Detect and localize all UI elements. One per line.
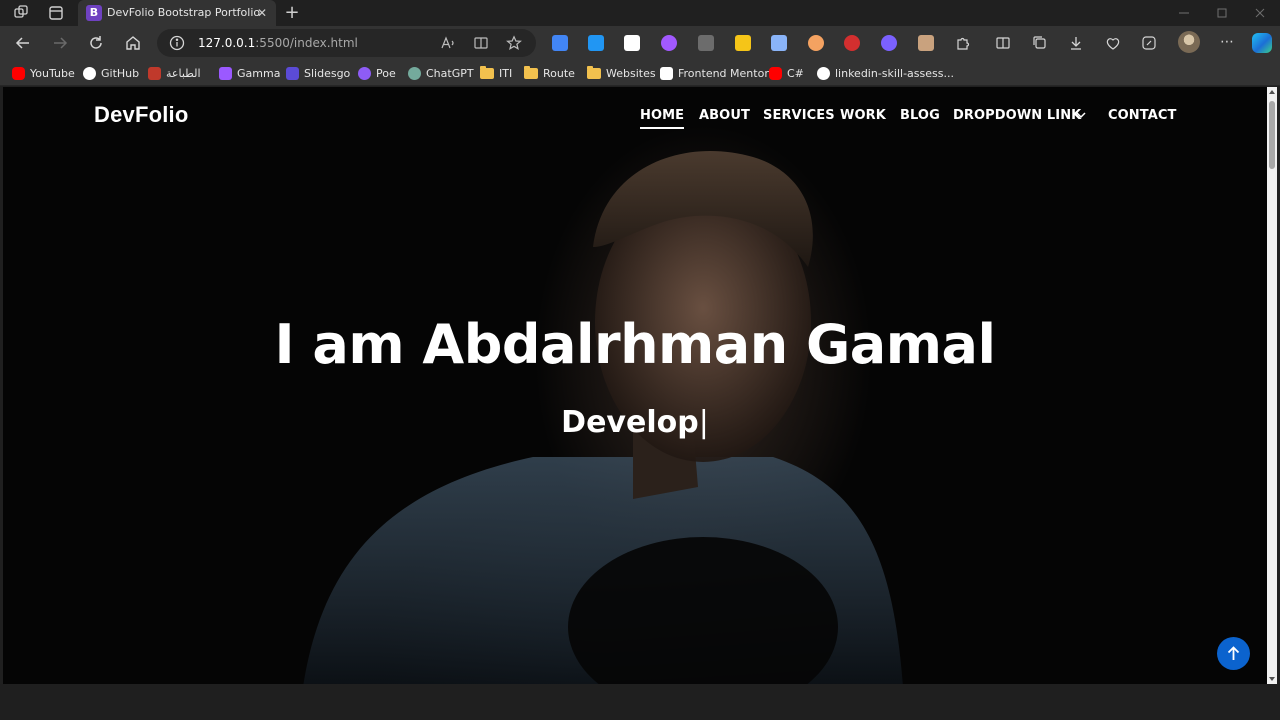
refresh-icon[interactable] xyxy=(87,34,105,52)
bookmark-slidesgo[interactable]: Slidesgo xyxy=(286,65,350,81)
nav-contact[interactable]: CONTACT xyxy=(1108,108,1177,123)
bookmark-print-site[interactable]: الطباعة xyxy=(148,65,201,81)
bookmark-folder-iti[interactable]: ITI xyxy=(480,65,512,81)
nav-work[interactable]: WORK xyxy=(840,108,886,123)
avatar-extension-icon[interactable] xyxy=(918,35,934,51)
restore-icon[interactable] xyxy=(1214,5,1230,21)
nav-home[interactable]: HOME xyxy=(640,108,685,129)
slidesgo-icon xyxy=(286,66,299,80)
extensions-puzzle-icon[interactable] xyxy=(955,35,971,51)
arrow-up-icon xyxy=(1227,646,1240,660)
home-icon[interactable] xyxy=(124,34,142,52)
window-bottom-edge xyxy=(0,684,1280,720)
print-site-icon xyxy=(148,66,161,80)
design-extension-icon[interactable] xyxy=(661,35,677,51)
youtube-icon xyxy=(769,66,782,80)
tab-actions-icon[interactable] xyxy=(47,4,65,22)
new-tab-icon[interactable]: + xyxy=(282,3,302,23)
scrollbar-thumb[interactable] xyxy=(1269,101,1275,169)
feedback-icon[interactable] xyxy=(1141,35,1157,51)
tab-devfolio[interactable]: B DevFolio Bootstrap Portfolio ✕ xyxy=(78,0,276,26)
bookmark-csharp[interactable]: C# xyxy=(769,65,804,81)
chevron-down-icon[interactable] xyxy=(1075,109,1087,121)
imdb-extension-icon[interactable] xyxy=(735,35,751,51)
bookmark-poe[interactable]: Poe xyxy=(358,65,396,81)
profile-avatar[interactable] xyxy=(1178,31,1200,53)
cookie-extension-icon[interactable] xyxy=(808,35,824,51)
browser-essentials-icon[interactable] xyxy=(1105,35,1121,51)
bookmark-chatgpt[interactable]: ChatGPT xyxy=(408,65,474,81)
nav-dropdown-link[interactable]: DROPDOWN LINK xyxy=(953,108,1081,123)
read-aloud-icon[interactable] xyxy=(440,35,456,51)
tab-strip: B DevFolio Bootstrap Portfolio ✕ + xyxy=(0,0,1280,26)
scroll-down-arrow-icon[interactable] xyxy=(1269,676,1275,682)
address-bar[interactable]: 127.0.0.1:5500/index.html xyxy=(157,29,536,57)
forward-icon[interactable] xyxy=(51,34,69,52)
github-icon xyxy=(817,66,830,80)
folder-icon xyxy=(524,65,538,79)
copilot-icon[interactable] xyxy=(1252,33,1272,53)
translate-extension-icon[interactable] xyxy=(552,35,568,51)
site-brand[interactable]: DevFolio xyxy=(94,102,189,128)
scroll-up-arrow-icon[interactable] xyxy=(1269,89,1275,95)
gamma-icon xyxy=(219,66,232,80)
more-menu-icon[interactable]: ⋯ xyxy=(1218,34,1236,50)
site-info-icon[interactable] xyxy=(169,35,185,51)
favorite-star-icon[interactable] xyxy=(506,35,522,51)
nav-about[interactable]: ABOUT xyxy=(699,108,750,123)
bookmark-github[interactable]: GitHub xyxy=(83,65,139,81)
page-viewport: DevFolio HOME ABOUT SERVICES WORK BLOG D… xyxy=(3,87,1277,684)
folder-icon xyxy=(480,65,494,79)
youtube-icon xyxy=(12,66,25,80)
bookmark-linkedin-skill[interactable]: linkedin-skill-assess... xyxy=(817,65,954,81)
immersive-reader-icon[interactable] xyxy=(473,35,489,51)
nav-blog[interactable]: BLOG xyxy=(900,108,940,123)
bookmark-folder-route[interactable]: Route xyxy=(524,65,575,81)
frontend-mentor-icon xyxy=(660,66,673,80)
collections-icon[interactable] xyxy=(1032,35,1048,51)
chatgpt-icon xyxy=(408,66,421,80)
adblock-extension-icon[interactable] xyxy=(844,35,860,51)
folder-icon xyxy=(587,65,601,79)
bookmark-youtube[interactable]: YouTube xyxy=(12,65,75,81)
ai-extension-icon[interactable] xyxy=(881,35,897,51)
close-tab-icon[interactable]: ✕ xyxy=(254,5,270,21)
notion-extension-icon[interactable] xyxy=(624,35,640,51)
hero-typed-subtitle: Develop| xyxy=(3,405,1267,440)
bookmark-folder-websites[interactable]: Websites xyxy=(587,65,656,81)
downloads-icon[interactable] xyxy=(1068,35,1084,51)
typed-cursor: | xyxy=(698,405,709,440)
site-navbar: DevFolio HOME ABOUT SERVICES WORK BLOG D… xyxy=(3,87,1267,143)
minimize-icon[interactable] xyxy=(1176,5,1192,21)
close-window-icon[interactable] xyxy=(1252,5,1268,21)
page-scrollbar[interactable] xyxy=(1267,87,1277,684)
download-extension-icon[interactable] xyxy=(588,35,604,51)
github-icon xyxy=(83,66,96,80)
back-icon[interactable] xyxy=(14,34,32,52)
back-to-top-button[interactable] xyxy=(1217,637,1250,670)
browser-toolbar: 127.0.0.1:5500/index.html ⋯ xyxy=(0,26,1280,60)
bookmark-gamma[interactable]: Gamma xyxy=(219,65,280,81)
browser-window: B DevFolio Bootstrap Portfolio ✕ + 127.0… xyxy=(0,0,1280,720)
workspaces-icon[interactable] xyxy=(12,4,30,22)
nav-services[interactable]: SERVICES xyxy=(763,108,835,123)
typed-text: Develop xyxy=(561,405,699,440)
split-screen-icon[interactable] xyxy=(995,35,1011,51)
tab-title: DevFolio Bootstrap Portfolio xyxy=(107,6,261,19)
docs-extension-icon[interactable] xyxy=(771,35,787,51)
color-picker-extension-icon[interactable] xyxy=(698,35,714,51)
bookmarks-bar: YouTube GitHub الطباعة Gamma Slidesgo Po… xyxy=(0,60,1280,86)
poe-icon xyxy=(358,66,371,80)
bookmark-frontend-mentor[interactable]: Frontend Mentor xyxy=(660,65,769,81)
bootstrap-favicon-icon: B xyxy=(86,5,102,21)
hero-title: I am Abdalrhman Gamal xyxy=(274,313,996,376)
url-text[interactable]: 127.0.0.1:5500/index.html xyxy=(198,36,358,50)
